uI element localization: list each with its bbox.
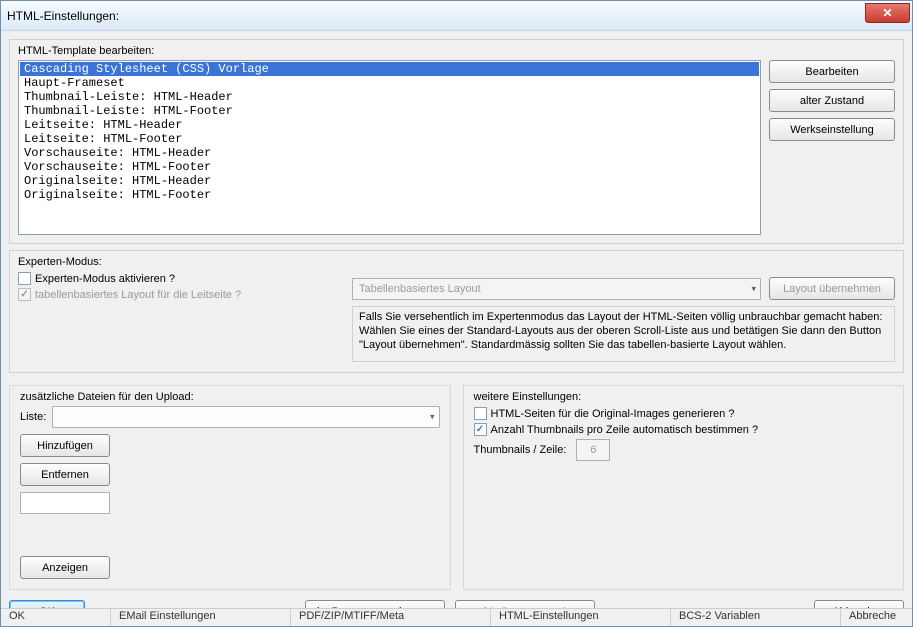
auto-thumbs-checkbox[interactable] — [474, 423, 487, 436]
statusbar: OK EMail Einstellungen PDF/ZIP/MTIFF/Met… — [1, 608, 912, 626]
list-item[interactable]: Leitseite: HTML-Header — [20, 118, 759, 132]
list-item[interactable]: Haupt-Frameset — [20, 76, 759, 90]
expert-right: . Tabellenbasiertes Layout ▾ Layout über… — [352, 257, 895, 362]
list-item[interactable]: Vorschauseite: HTML-Footer — [20, 160, 759, 174]
close-icon: ✕ — [882, 6, 892, 20]
expert-activate-row[interactable]: Experten-Modus aktivieren ? — [18, 272, 342, 285]
status-cell: Abbreche — [841, 609, 912, 626]
liste-combo[interactable]: ▾ — [52, 406, 439, 428]
expert-group-label: Experten-Modus: — [18, 256, 342, 268]
status-cell: HTML-Einstellungen — [491, 609, 671, 626]
list-item[interactable]: Leitseite: HTML-Footer — [20, 132, 759, 146]
apply-layout-button: Layout übernehmen — [769, 277, 895, 300]
template-side-buttons: Bearbeiten alter Zustand Werkseinstellun… — [769, 60, 895, 235]
window-title: HTML-Einstellungen: — [7, 9, 119, 23]
remove-button[interactable]: Entfernen — [20, 463, 110, 486]
close-button[interactable]: ✕ — [865, 3, 910, 23]
thumbs-per-row: Thumbnails / Zeile: 6 — [474, 439, 894, 461]
status-cell: OK — [1, 609, 111, 626]
add-button[interactable]: Hinzufügen — [20, 434, 110, 457]
layout-combo-value: Tabellenbasiertes Layout — [359, 283, 481, 295]
show-button[interactable]: Anzeigen — [20, 556, 110, 579]
auto-thumbs-label: Anzahl Thumbnails pro Zeile automatisch … — [491, 424, 759, 436]
content-area: HTML-Template bearbeiten: Cascading Styl… — [1, 31, 912, 626]
template-group-label: HTML-Template bearbeiten: — [18, 45, 895, 57]
list-item[interactable]: Originalseite: HTML-Header — [20, 174, 759, 188]
list-item[interactable]: Thumbnail-Leiste: HTML-Header — [20, 90, 759, 104]
list-item[interactable]: Cascading Stylesheet (CSS) Vorlage — [20, 62, 759, 76]
upload-list-area — [120, 434, 440, 579]
gen-original-label: HTML-Seiten für die Original-Images gene… — [491, 408, 735, 420]
auto-thumbs-row[interactable]: Anzahl Thumbnails pro Zeile automatisch … — [474, 423, 894, 436]
upload-input[interactable] — [20, 492, 110, 514]
liste-label: Liste: — [20, 411, 46, 423]
list-item[interactable]: Thumbnail-Leiste: HTML-Footer — [20, 104, 759, 118]
layout-combo: Tabellenbasiertes Layout ▾ — [352, 278, 761, 300]
status-cell: BCS-2 Variablen — [671, 609, 841, 626]
status-cell: EMail Einstellungen — [111, 609, 291, 626]
list-item[interactable]: Vorschauseite: HTML-Header — [20, 146, 759, 160]
dialog-window: HTML-Einstellungen: ✕ HTML-Template bear… — [0, 0, 913, 627]
settings-group: weitere Einstellungen: HTML-Seiten für d… — [463, 385, 905, 590]
status-cell: PDF/ZIP/MTIFF/Meta — [291, 609, 491, 626]
template-group: HTML-Template bearbeiten: Cascading Styl… — [9, 39, 904, 244]
expert-activate-label: Experten-Modus aktivieren ? — [35, 273, 175, 285]
expert-group: Experten-Modus: Experten-Modus aktiviere… — [9, 250, 904, 373]
table-layout-leit-checkbox — [18, 288, 31, 301]
table-layout-leit-label: tabellenbasiertes Layout für die Leitsei… — [35, 289, 241, 301]
titlebar: HTML-Einstellungen: ✕ — [1, 1, 912, 31]
gen-original-row[interactable]: HTML-Seiten für die Original-Images gene… — [474, 407, 894, 420]
factory-button[interactable]: Werkseinstellung — [769, 118, 895, 141]
edit-button[interactable]: Bearbeiten — [769, 60, 895, 83]
expert-left: Experten-Modus: Experten-Modus aktiviere… — [18, 257, 342, 362]
expert-activate-checkbox[interactable] — [18, 272, 31, 285]
settings-group-label: weitere Einstellungen: — [474, 391, 894, 403]
table-layout-leit-row: tabellenbasiertes Layout für die Leitsei… — [18, 288, 342, 301]
expert-description: Falls Sie versehentlich im Expertenmodus… — [352, 306, 895, 362]
template-listbox[interactable]: Cascading Stylesheet (CSS) Vorlage Haupt… — [18, 60, 761, 235]
revert-button[interactable]: alter Zustand — [769, 89, 895, 112]
thumbs-input: 6 — [576, 439, 610, 461]
chevron-down-icon: ▾ — [751, 283, 756, 294]
gen-original-checkbox[interactable] — [474, 407, 487, 420]
chevron-down-icon: ▾ — [430, 412, 435, 423]
thumbs-label: Thumbnails / Zeile: — [474, 444, 567, 456]
list-item[interactable]: Originalseite: HTML-Footer — [20, 188, 759, 202]
upload-group-label: zusätzliche Dateien für den Upload: — [20, 391, 440, 403]
upload-group: zusätzliche Dateien für den Upload: List… — [9, 385, 451, 590]
